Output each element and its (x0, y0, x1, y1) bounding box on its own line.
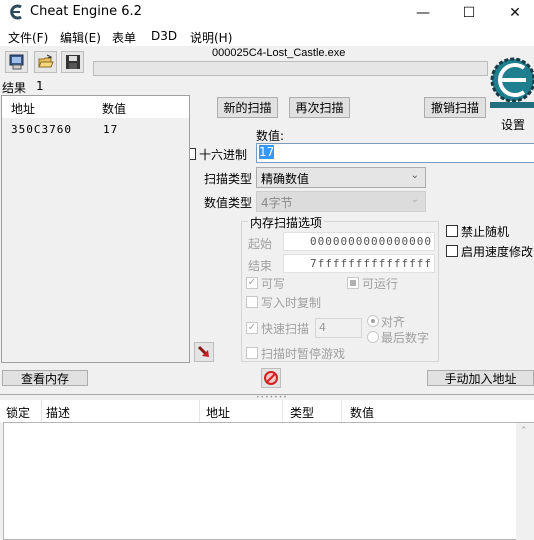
open-file-button[interactable] (34, 51, 57, 73)
end-address-label: 结束 (248, 259, 273, 273)
menu-bar: 文件(F) 编辑(E) 表单 D3D 说明(H) (0, 26, 534, 46)
results-count: 1 (36, 79, 44, 93)
column-divider[interactable] (282, 400, 283, 422)
pause-game-checkbox[interactable] (246, 347, 258, 359)
value-input-text: 17 (259, 145, 275, 159)
menu-table[interactable]: 表单 (112, 29, 136, 46)
pause-game-label: 扫描时暂停游戏 (261, 347, 346, 361)
window-title: Cheat Engine 6.2 (30, 4, 142, 19)
scan-type-label: 扫描类型 (204, 172, 253, 186)
scan-type-select[interactable]: 精确数值 ⌄ (256, 167, 426, 188)
column-lock[interactable]: 锁定 (6, 404, 30, 421)
scan-type-value: 精确数值 (261, 172, 310, 186)
align-radio[interactable] (367, 315, 379, 327)
column-address[interactable]: 地址 (11, 100, 35, 117)
column-divider[interactable] (199, 400, 200, 422)
minimize-button[interactable]: — (400, 0, 446, 26)
results-label: 结果 (2, 81, 27, 95)
address-table-header: 锁定 描述 地址 类型 数值 (0, 400, 534, 422)
maximize-button[interactable]: ☐ (446, 0, 492, 26)
select-process-icon (9, 54, 23, 70)
column-value[interactable]: 数值 (350, 404, 374, 421)
select-process-button[interactable] (5, 51, 28, 73)
copy-on-write-label: 写入时复制 (261, 296, 322, 310)
close-button[interactable]: ✕ (492, 0, 534, 26)
results-header: 地址 数值 (2, 96, 189, 118)
chevron-down-icon: ⌄ (410, 170, 419, 181)
indeterminate-mark-icon (350, 280, 356, 286)
disable-random-checkbox[interactable] (446, 225, 458, 237)
disable-random-label: 禁止随机 (461, 225, 510, 239)
process-name: 000025C4-Lost_Castle.exe (212, 47, 346, 59)
cheat-engine-app-icon (10, 4, 22, 20)
last-digits-label: 最后数字 (381, 331, 430, 345)
start-address-input[interactable]: 0000000000000000 (283, 232, 435, 251)
menu-d3d[interactable]: D3D (151, 29, 177, 43)
new-scan-button[interactable]: 新的扫描 (217, 97, 278, 118)
address-table-body[interactable] (3, 422, 534, 540)
scan-progress-bar (93, 61, 488, 76)
settings-label[interactable]: 设置 (501, 116, 525, 133)
start-address-label: 起始 (248, 237, 273, 251)
copy-on-write-checkbox[interactable] (246, 296, 258, 308)
value-input[interactable]: 17 (256, 143, 534, 163)
chevron-down-icon: ⌄ (410, 194, 419, 205)
stop-forbidden-icon (264, 371, 278, 385)
add-address-manually-button[interactable]: 手动加入地址 (427, 370, 534, 386)
result-address: 350C3760 (11, 123, 72, 136)
column-divider[interactable] (41, 400, 42, 422)
title-bar: Cheat Engine 6.2 — ☐ ✕ (0, 0, 534, 26)
vertical-scrollbar[interactable] (516, 423, 534, 540)
value-type-label: 数值类型 (204, 196, 253, 210)
next-scan-button[interactable]: 再次扫描 (289, 97, 350, 118)
speedhack-label: 启用速度修改 (461, 245, 534, 259)
column-type[interactable]: 类型 (290, 404, 314, 421)
add-to-list-arrow-button[interactable] (194, 342, 214, 362)
close-icon: ✕ (509, 5, 521, 21)
cheat-engine-logo-icon[interactable] (488, 56, 534, 116)
menu-file[interactable]: 文件(F) (8, 29, 48, 46)
fast-scan-label: 快速扫描 (261, 322, 310, 336)
fast-scan-alignment-input[interactable]: 4 (315, 318, 362, 338)
fast-scan-checkbox[interactable]: ✓ (246, 322, 258, 334)
memory-scan-options-title: 内存扫描选项 (248, 214, 325, 231)
save-disk-icon (65, 55, 80, 69)
column-address[interactable]: 地址 (206, 404, 230, 421)
column-value[interactable]: 数值 (102, 100, 126, 117)
maximize-icon: ☐ (462, 5, 476, 21)
end-address-input[interactable]: 7fffffffffffffff (283, 254, 435, 273)
save-file-button[interactable] (61, 51, 84, 73)
value-type-value: 4字节 (261, 196, 293, 210)
executable-label: 可运行 (362, 277, 399, 291)
writable-label: 可写 (261, 277, 286, 291)
column-divider[interactable] (341, 400, 342, 422)
menu-edit[interactable]: 编辑(E) (60, 29, 101, 46)
last-digits-radio[interactable] (367, 331, 379, 343)
executable-checkbox[interactable] (347, 277, 359, 289)
speedhack-checkbox[interactable] (446, 245, 458, 257)
menu-help[interactable]: 说明(H) (190, 29, 232, 46)
scroll-up-icon[interactable]: ⌃ (520, 426, 528, 436)
value-type-select[interactable]: 4字节 ⌄ (256, 191, 426, 212)
result-value: 17 (103, 123, 119, 136)
minimize-icon: — (416, 5, 430, 21)
writable-checkbox[interactable]: ✓ (246, 277, 258, 289)
stop-button[interactable] (261, 368, 281, 388)
column-description[interactable]: 描述 (46, 404, 70, 421)
align-label: 对齐 (381, 315, 406, 329)
undo-scan-button[interactable]: 撤销扫描 (424, 97, 486, 118)
red-arrow-icon (197, 345, 209, 357)
value-label: 数值: (256, 129, 285, 143)
hex-checkbox[interactable] (190, 148, 196, 160)
hex-label: 十六进制 (199, 148, 248, 162)
results-list[interactable]: 地址 数值 350C3760 17 (1, 95, 190, 363)
view-memory-button[interactable]: 查看内存 (2, 370, 88, 386)
open-folder-icon (37, 54, 54, 68)
